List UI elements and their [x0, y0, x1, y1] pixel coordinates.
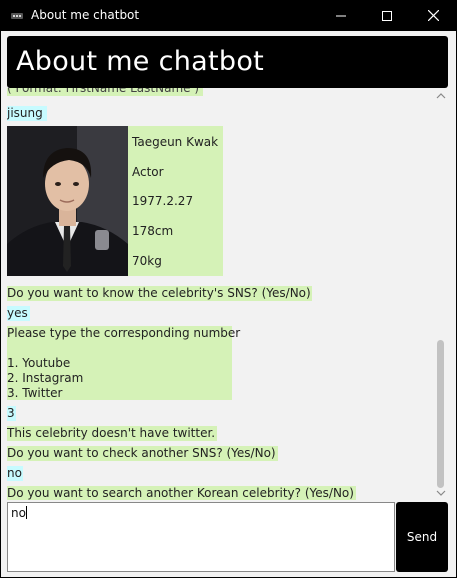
- scroll-up-icon[interactable]: [436, 91, 446, 101]
- profile-job: Actor: [132, 165, 164, 179]
- user-message: jisung: [7, 106, 47, 121]
- sns-options-prompt: Please type the corresponding number: [7, 326, 241, 340]
- scroll-down-icon[interactable]: [436, 488, 446, 498]
- bot-message: Do you want to know the celebrity's SNS?…: [7, 286, 312, 301]
- maximize-icon: [382, 10, 392, 21]
- app-header: About me chatbot: [7, 36, 448, 88]
- message-input-value: no: [11, 506, 26, 520]
- user-message: 3: [7, 406, 16, 421]
- user-message: no: [7, 466, 23, 481]
- profile-birth: 1977.2.27: [132, 194, 194, 208]
- chat-log[interactable]: ( Format: FirstName LastName ) jisung Ta…: [7, 88, 433, 500]
- profile-height: 178cm: [132, 224, 174, 238]
- sns-option-twitter: 3. Twitter: [7, 386, 63, 400]
- close-icon: [427, 10, 439, 21]
- minimize-icon: [336, 15, 346, 16]
- sns-option-instagram: 2. Instagram: [7, 371, 84, 385]
- profile-weight: 70kg: [132, 254, 162, 268]
- send-button[interactable]: Send: [396, 502, 448, 572]
- chat-scrollbar[interactable]: [434, 88, 448, 500]
- bot-message-sns-options: Please type the corresponding number 1. …: [7, 326, 240, 400]
- message-input[interactable]: no: [7, 502, 395, 572]
- celebrity-photo: [7, 126, 128, 276]
- profile-name: Taegeun Kwak: [132, 135, 219, 149]
- minimize-button[interactable]: [318, 0, 364, 31]
- text-caret: [25, 506, 27, 519]
- bot-message: Do you want to check another SNS? (Yes/N…: [7, 446, 278, 461]
- bot-message: This celebrity doesn't have twitter.: [7, 426, 218, 441]
- maximize-button[interactable]: [364, 0, 410, 31]
- celebrity-profile-card: Taegeun Kwak Actor 1977.2.27 178cm 70kg: [7, 126, 223, 276]
- window-title: About me chatbot: [31, 8, 140, 22]
- bot-message: Do you want to search another Korean cel…: [7, 486, 356, 500]
- close-button[interactable]: [410, 0, 456, 31]
- header-title: About me chatbot: [16, 46, 265, 77]
- app-icon: [11, 13, 23, 19]
- scrollbar-thumb[interactable]: [437, 340, 444, 488]
- sns-option-youtube: 1. Youtube: [7, 356, 71, 370]
- user-message: yes: [7, 306, 30, 321]
- window-titlebar: About me chatbot: [0, 0, 457, 31]
- bot-message-hint: ( Format: FirstName LastName ): [7, 88, 204, 96]
